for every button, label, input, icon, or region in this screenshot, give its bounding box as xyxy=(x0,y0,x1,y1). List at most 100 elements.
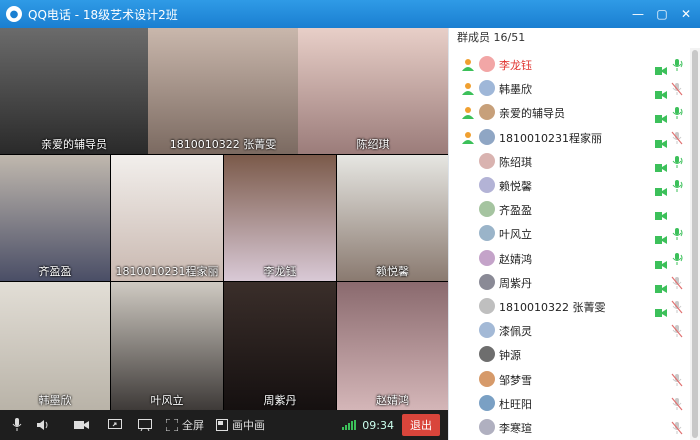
member-name: 叶风立 xyxy=(499,228,532,242)
admin-badge-icon xyxy=(461,130,475,144)
member-row[interactable]: 赵婧鸿 xyxy=(449,246,685,270)
title-bar: ● QQ电话 - 18级艺术设计2班 — ▢ ✕ xyxy=(0,0,700,28)
video-tile[interactable]: 韩墨欣 xyxy=(0,282,110,410)
camera-on-icon xyxy=(655,278,667,293)
camera-icon[interactable] xyxy=(64,410,100,440)
mic-active-icon xyxy=(671,154,683,168)
video-tile[interactable]: 赖悦馨 xyxy=(337,155,448,281)
mic-muted-icon xyxy=(671,396,683,411)
member-name: 李龙钰 xyxy=(499,59,532,72)
avatar xyxy=(479,225,495,242)
admin-badge-icon xyxy=(461,57,475,71)
member-row[interactable]: 赖悦馨 xyxy=(449,173,685,197)
camera-on-icon xyxy=(655,133,667,148)
video-tile[interactable]: 赵婧鸿 xyxy=(337,282,448,410)
member-row[interactable]: 亲爱的辅导员 xyxy=(449,100,685,124)
whiteboard-icon[interactable] xyxy=(130,410,160,440)
video-tile[interactable]: 李龙钰 xyxy=(224,155,336,281)
camera-on-icon xyxy=(655,60,667,75)
member-row[interactable]: 杜旺阳 xyxy=(449,391,685,415)
participant-name: 1810010231程家丽 xyxy=(115,265,219,278)
video-tile[interactable]: 陈绍琪 xyxy=(298,28,448,154)
mic-muted-icon xyxy=(671,299,683,314)
participant-name: 韩墨欣 xyxy=(38,394,72,407)
mic-muted-icon xyxy=(671,130,683,144)
avatar xyxy=(479,273,495,290)
mic-active-icon xyxy=(671,226,683,241)
avatar xyxy=(479,298,495,314)
member-scrollbar[interactable] xyxy=(690,48,700,440)
participant-name: 赖悦馨 xyxy=(376,265,409,278)
member-row[interactable]: 1810010231程家丽 xyxy=(449,125,685,149)
speaker-icon[interactable] xyxy=(30,410,56,440)
member-name: 邹梦雪 xyxy=(499,373,532,387)
avatar xyxy=(479,80,495,97)
participant-name: 1810010322 张菁雯 xyxy=(169,138,277,151)
admin-badge-icon xyxy=(461,81,475,96)
member-name: 陈绍琪 xyxy=(499,155,532,169)
camera-on-icon xyxy=(655,181,667,196)
pip-icon xyxy=(216,419,228,431)
video-grid: 亲爱的辅导员 1810010322 张菁雯 陈绍琪 齐盈盈 1810010231… xyxy=(0,28,448,410)
avatar xyxy=(479,128,495,145)
call-toolbar: 全屏 画中画 09:34 退出 xyxy=(0,410,448,440)
mic-muted-icon xyxy=(671,275,683,290)
avatar xyxy=(479,177,495,193)
exit-button[interactable]: 退出 xyxy=(402,414,440,436)
avatar xyxy=(479,322,495,339)
member-row[interactable]: 韩墨欣 xyxy=(449,76,685,100)
member-name: 漆佩灵 xyxy=(499,325,532,339)
member-row[interactable]: 邹梦雪 xyxy=(449,367,685,391)
video-feed xyxy=(224,282,336,410)
qq-call-window: ● QQ电话 - 18级艺术设计2班 — ▢ ✕ 亲爱的辅导员 18100103… xyxy=(0,0,700,440)
video-feed xyxy=(111,282,223,410)
qq-logo-icon: ● xyxy=(6,6,22,22)
avatar xyxy=(479,249,495,266)
camera-on-icon xyxy=(655,205,667,221)
video-feed xyxy=(0,282,110,410)
member-row[interactable]: 李龙钰 xyxy=(449,52,685,76)
video-tile[interactable]: 1810010231程家丽 xyxy=(111,155,223,281)
share-screen-icon[interactable] xyxy=(100,410,130,440)
member-row[interactable]: 钟源 xyxy=(449,342,685,366)
minimize-icon[interactable]: — xyxy=(628,4,648,24)
participant-name: 叶风立 xyxy=(150,394,184,407)
mic-active-icon xyxy=(671,178,683,192)
member-name: 周紫丹 xyxy=(499,276,532,290)
member-row[interactable]: 1810010322 张菁雯 xyxy=(449,294,685,318)
participant-name: 周紫丹 xyxy=(263,394,297,407)
member-name: 赖悦馨 xyxy=(499,180,532,193)
camera-on-icon xyxy=(655,229,667,245)
mic-muted-icon xyxy=(671,372,683,386)
participant-name: 亲爱的辅导员 xyxy=(41,138,107,151)
video-tile[interactable]: 亲爱的辅导员 xyxy=(0,28,148,154)
member-row[interactable]: 李寒瑄 xyxy=(449,415,685,439)
video-tile[interactable]: 齐盈盈 xyxy=(0,155,110,281)
pip-button[interactable]: 画中画 xyxy=(216,410,265,440)
member-row[interactable]: 陈绍琪 xyxy=(449,149,685,173)
member-name: 杜旺阳 xyxy=(499,397,532,411)
scrollbar-thumb[interactable] xyxy=(692,50,698,438)
video-tile[interactable]: 1810010322 张菁雯 xyxy=(148,28,298,154)
member-row[interactable]: 漆佩灵 xyxy=(449,318,685,342)
avatar xyxy=(479,152,495,169)
avatar xyxy=(479,104,495,121)
mic-active-icon xyxy=(671,105,683,120)
close-icon[interactable]: ✕ xyxy=(676,4,696,24)
pip-label: 画中画 xyxy=(232,419,265,432)
mic-muted-icon xyxy=(671,420,683,435)
maximize-icon[interactable]: ▢ xyxy=(652,4,672,24)
member-row[interactable]: 叶风立 xyxy=(449,221,685,245)
avatar xyxy=(479,370,495,387)
member-row[interactable]: 周紫丹 xyxy=(449,270,685,294)
mic-active-icon xyxy=(671,251,683,265)
video-tile[interactable]: 周紫丹 xyxy=(224,282,336,410)
microphone-icon[interactable] xyxy=(4,410,30,440)
member-count: 群成员 16/51 xyxy=(457,31,526,44)
fullscreen-button[interactable]: 全屏 xyxy=(166,410,204,440)
window-controls: — ▢ ✕ xyxy=(628,4,696,24)
fullscreen-label: 全屏 xyxy=(182,419,204,432)
video-tile[interactable]: 叶风立 xyxy=(111,282,223,410)
camera-on-icon xyxy=(655,84,667,100)
member-row[interactable]: 齐盈盈 xyxy=(449,197,685,221)
